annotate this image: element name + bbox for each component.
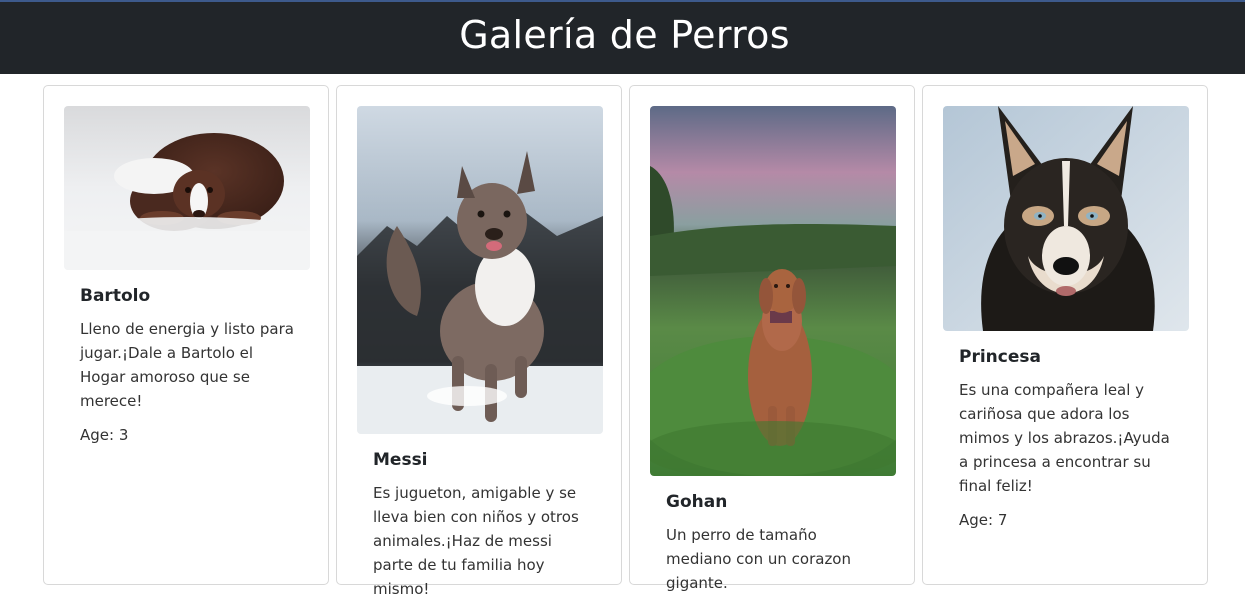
dog-photo-messi <box>357 106 603 434</box>
dog-name: Messi <box>373 450 428 470</box>
dog-description: Es jugueton, amigable y se lleva bien co… <box>373 484 579 598</box>
dog-photo-princesa <box>943 106 1189 331</box>
dog-description: Es una compañera leal y cariñosa que ado… <box>959 381 1170 495</box>
dog-name: Gohan <box>666 492 728 512</box>
dog-photo-bartolo <box>64 106 310 270</box>
dog-card-gohan: Gohan Un perro de tamaño mediano con un … <box>629 85 915 592</box>
dog-card-bartolo: Bartolo Lleno de energia y listo para ju… <box>43 85 329 585</box>
page-title: Galería de Perros <box>459 13 790 57</box>
dog-card-princesa: Princesa Es una compañera leal y cariños… <box>922 85 1208 585</box>
dog-description: Un perro de tamaño mediano con un corazo… <box>666 526 851 592</box>
dog-card-messi: Messi Es jugueton, amigable y se lleva b… <box>336 85 622 598</box>
dog-name: Princesa <box>959 347 1041 367</box>
dog-description: Lleno de energia y listo para jugar.¡Dal… <box>80 320 294 410</box>
dog-age: Age: 3 <box>80 426 129 444</box>
dog-name: Bartolo <box>80 286 151 306</box>
dog-age: Age: 7 <box>959 511 1008 529</box>
dog-photo-gohan <box>650 106 896 476</box>
page-header: Galería de Perros <box>0 2 1245 74</box>
